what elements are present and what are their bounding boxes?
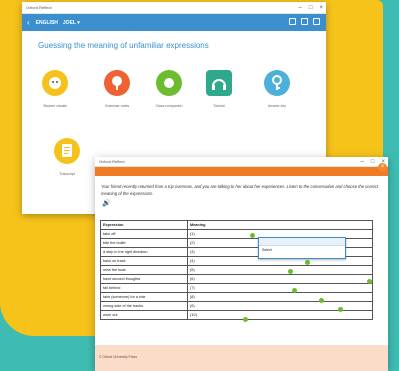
expression-cell: take off [100, 229, 188, 239]
minimize-icon[interactable]: – [299, 5, 302, 11]
drag-handle-dot[interactable] [367, 279, 372, 284]
expression-cell: bite the bullet [100, 238, 188, 248]
back-chevron-icon[interactable]: ‹ [27, 18, 30, 27]
meaning-cell[interactable]: (5) [187, 265, 373, 275]
drag-handle-dot[interactable] [250, 233, 255, 238]
expression-cell: a step in the right direction [100, 247, 188, 257]
maximize-icon[interactable]: □ [309, 5, 313, 11]
donut-icon [156, 70, 182, 96]
drag-handle-dot[interactable] [338, 307, 343, 312]
meaning-cell[interactable]: (7) [187, 283, 373, 293]
dropdown-option[interactable]: Select [259, 246, 345, 254]
tile-answer-key[interactable]: Answer key [254, 70, 300, 108]
tile-label: Class companion [155, 104, 183, 108]
dropdown-header [259, 238, 345, 246]
table-row: wrong side of the tracks (9) [100, 301, 373, 311]
footer: © Oxford University Press [95, 345, 388, 371]
tile-label: Grammar notes [104, 104, 130, 108]
front-app-title: Oxford Reflect [99, 159, 125, 164]
tile-grammar-notes[interactable]: Grammar notes [94, 70, 140, 108]
tile-label: Tutorial [213, 104, 225, 108]
expression-cell: take (someone) for a ride [100, 292, 188, 302]
tile-label: Transcript [59, 172, 75, 176]
tile-label: Student visuals [43, 104, 67, 108]
drag-handle-dot[interactable] [243, 317, 248, 322]
maximize-icon[interactable]: □ [371, 159, 375, 165]
header-meaning: Meaning [187, 220, 373, 230]
page-title: Guessing the meaning of unfamiliar expre… [38, 41, 209, 50]
meaning-cell[interactable]: (8) [187, 292, 373, 302]
tile-class-companion[interactable]: Class companion [146, 70, 192, 108]
expression-cell: have second thoughts [100, 274, 188, 284]
settings-icon[interactable] [289, 18, 296, 25]
expression-cell: worn out [100, 310, 188, 320]
meaning-cell[interactable]: (9) [187, 301, 373, 311]
tile-tutorial[interactable]: Tutorial [196, 70, 242, 108]
drag-handle-dot[interactable] [292, 288, 297, 293]
close-icon[interactable]: × [319, 5, 323, 11]
tile-label: Answer key [267, 104, 287, 108]
expression-cell: wrong side of the tracks [100, 301, 188, 311]
course-label[interactable]: ENGLISH [36, 20, 58, 26]
expression-cell: back on track [100, 256, 188, 266]
front-titlebar: Oxford Reflect – □ × [95, 157, 388, 167]
table-row: have second thoughts (6) [100, 274, 373, 284]
table-row: worn out (10) [100, 310, 373, 320]
expression-cell: miss the boat [100, 265, 188, 275]
instructions: Your friend recently returned from a tri… [101, 184, 378, 196]
drag-handle-dot[interactable] [305, 260, 310, 265]
screen-icon[interactable] [301, 18, 308, 25]
back-app-title: Oxford Reflect [26, 5, 52, 10]
drag-handle-dot[interactable] [319, 298, 324, 303]
table-row: miss the boat (5) [100, 265, 373, 275]
pin-icon [104, 70, 130, 96]
key-icon [264, 70, 290, 96]
menu-icon[interactable] [313, 18, 320, 25]
drag-handle-dot[interactable] [288, 269, 293, 274]
back-titlebar: Oxford Reflect – □ × [22, 2, 326, 14]
expression-cell: fall behind [100, 283, 188, 293]
table-row: fall behind (7) [100, 283, 373, 293]
expression-table: Expression Meaning take off (1) bite the … [100, 220, 373, 320]
back-nav-bar: ‹ ENGLISH JOEL ▾ [22, 14, 326, 31]
front-window: Oxford Reflect – □ × × Your friend recen… [95, 157, 388, 371]
tile-student-visuals[interactable]: Student visuals [32, 70, 78, 108]
header-expression: Expression [100, 220, 188, 230]
copyright-text: © Oxford University Press [99, 355, 137, 359]
audio-speaker-icon[interactable]: 🔊 [102, 199, 388, 207]
meaning-cell[interactable]: (10) [187, 310, 373, 320]
headphones-icon [206, 70, 232, 96]
document-icon [54, 138, 80, 164]
tile-transcript[interactable]: Transcript [44, 138, 90, 176]
minimize-icon[interactable]: – [361, 159, 364, 165]
level-selector[interactable]: JOEL ▾ [63, 20, 80, 26]
activity-header-bar: × [95, 163, 388, 176]
face-icon [42, 70, 68, 96]
meaning-cell[interactable]: (6) [187, 274, 373, 284]
meaning-dropdown[interactable]: Select [258, 237, 346, 259]
table-row: take (someone) for a ride (8) [100, 292, 373, 302]
close-activity-icon[interactable]: × [378, 163, 387, 172]
